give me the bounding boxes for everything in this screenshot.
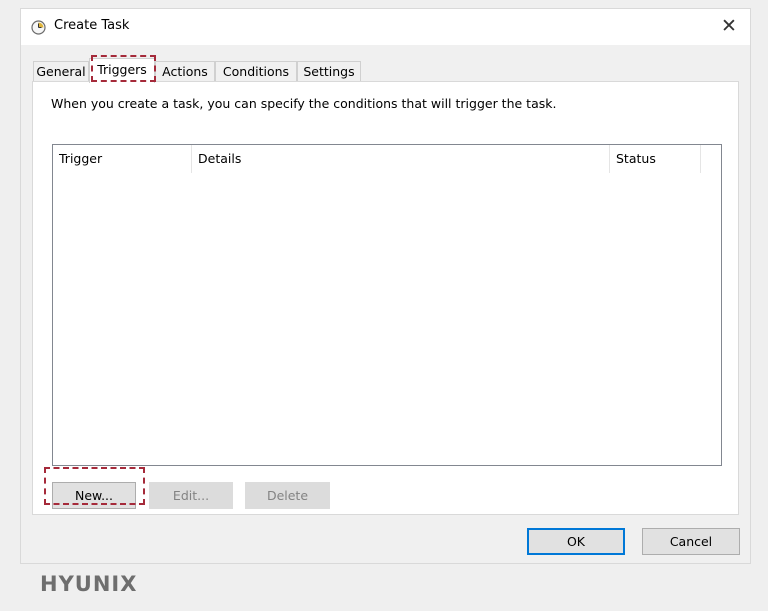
task-scheduler-clock-icon <box>31 20 46 35</box>
tab-triggers[interactable]: Triggers <box>89 58 155 83</box>
tab-general[interactable]: General <box>33 61 89 82</box>
close-button[interactable]: ✕ <box>718 15 740 37</box>
instruction-text: When you create a task, you can specify … <box>51 96 557 111</box>
create-task-dialog: Create Task ✕ General Triggers Actions C… <box>20 8 751 564</box>
delete-trigger-button[interactable]: Delete <box>245 482 330 509</box>
new-trigger-button[interactable]: New... <box>52 482 136 509</box>
cancel-button[interactable]: Cancel <box>642 528 740 555</box>
tab-settings[interactable]: Settings <box>297 61 361 82</box>
triggers-list[interactable]: Trigger Details Status <box>52 144 722 466</box>
ok-button[interactable]: OK <box>527 528 625 555</box>
hyunix-watermark-logo: HYUNIX <box>40 572 138 596</box>
triggers-panel: When you create a task, you can specify … <box>32 81 739 515</box>
tab-actions[interactable]: Actions <box>155 61 215 82</box>
column-header-details[interactable]: Details <box>192 145 610 173</box>
column-header-status[interactable]: Status <box>610 145 701 173</box>
title-bar[interactable]: Create Task ✕ <box>21 9 750 45</box>
close-icon: ✕ <box>721 15 737 37</box>
window-title: Create Task <box>54 18 130 33</box>
tab-conditions[interactable]: Conditions <box>215 61 297 82</box>
column-header-trigger[interactable]: Trigger <box>53 145 192 173</box>
edit-trigger-button[interactable]: Edit... <box>149 482 233 509</box>
